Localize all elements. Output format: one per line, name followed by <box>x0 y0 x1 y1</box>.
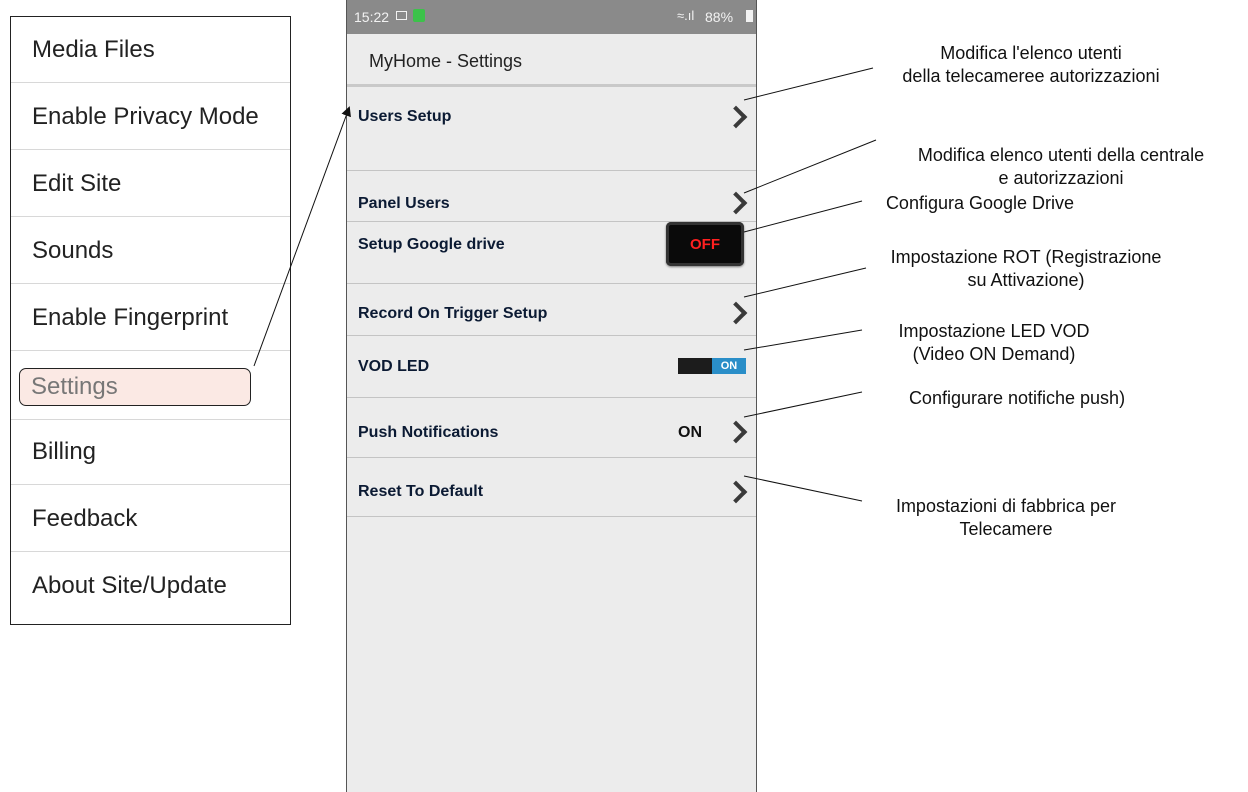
callout-push: Configurare notifiche push) <box>874 387 1160 410</box>
phone-screen: 15:22 ≈.ıl 88% MyHome - Settings Users S… <box>346 0 757 792</box>
callout-line-1: Impostazione ROT (Registrazione <box>890 247 1162 267</box>
callout-line-2: Telecamere <box>959 519 1053 539</box>
callout-line-users-setup <box>743 67 874 101</box>
menu-item-label: Billing <box>32 438 97 465</box>
record-on-trigger-row[interactable]: Record On Trigger Setup <box>347 284 756 336</box>
menu-item-enable-privacy-mode[interactable]: Enable Privacy Mode <box>11 84 290 150</box>
menu-item-label: Enable Fingerprint <box>32 303 229 331</box>
callout-line-2: e autorizzazioni <box>998 168 1124 188</box>
callout-line-2: (Video ON Demand) <box>912 344 1076 364</box>
menu-item-label: Media Files <box>32 35 155 63</box>
battery-percent: 88% <box>705 9 734 25</box>
menu-item-about-site-update[interactable]: About Site/Update <box>11 553 290 619</box>
callout-line-1: Configurare notifiche push) <box>908 388 1126 408</box>
callout-panel-users: Modifica elenco utenti della centrale e … <box>880 144 1242 190</box>
callout-line-panel-users <box>743 139 877 194</box>
chevron-right-icon <box>724 105 748 129</box>
vod-led-label: VOD LED <box>358 358 430 375</box>
users-setup-label: Users Setup <box>358 108 452 125</box>
image-icon <box>396 11 407 20</box>
menu-item-media-files[interactable]: Media Files <box>11 17 290 83</box>
callout-line-2: della telecameree autorizzazioni <box>902 66 1160 86</box>
push-notifications-value: ON <box>678 424 702 441</box>
callout-vod-led: Impostazione LED VOD (Video ON Demand) <box>866 320 1122 366</box>
side-menu: Media Files Enable Privacy Mode Edit Sit… <box>10 16 291 625</box>
callout-reset: Impostazioni di fabbrica per Telecamere <box>866 495 1146 541</box>
record-on-trigger-label: Record On Trigger Setup <box>358 305 548 322</box>
callout-users-setup: Modifica l'elenco utenti della telecamer… <box>866 42 1196 88</box>
panel-users-row[interactable]: Panel Users <box>347 171 756 222</box>
menu-item-label: Edit Site <box>32 169 122 197</box>
chevron-right-icon <box>724 480 748 504</box>
callout-line-1: Configura Google Drive <box>885 193 1075 213</box>
menu-item-label: About Site/Update <box>32 572 227 599</box>
panel-users-label: Panel Users <box>358 195 450 212</box>
chevron-right-icon <box>724 301 748 325</box>
battery-icon <box>746 10 753 22</box>
callout-line-1: Modifica elenco utenti della centrale <box>917 145 1205 165</box>
callout-line-1: Impostazione LED VOD <box>898 321 1090 341</box>
callout-line-record-trigger <box>743 267 867 298</box>
callout-line-vod-led <box>743 329 863 351</box>
menu-item-billing[interactable]: Billing <box>11 419 290 485</box>
menu-item-label: Sounds <box>32 236 114 264</box>
menu-item-feedback[interactable]: Feedback <box>11 486 290 552</box>
reset-default-label: Reset To Default <box>358 483 484 500</box>
push-notifications-label: Push Notifications <box>358 424 499 441</box>
status-time: 15:22 <box>354 9 390 25</box>
status-bar: 15:22 ≈.ıl 88% <box>347 0 756 34</box>
callout-google-drive: Configura Google Drive <box>868 192 1092 215</box>
menu-item-settings[interactable]: Settings <box>11 352 290 418</box>
app-notification-icon <box>413 9 425 22</box>
reset-default-row[interactable]: Reset To Default <box>347 458 756 517</box>
vod-led-toggle[interactable]: ON <box>678 358 746 374</box>
menu-item-edit-site[interactable]: Edit Site <box>11 151 290 217</box>
wifi-icon: ≈.ıl <box>677 8 695 23</box>
callout-line-reset <box>743 475 863 502</box>
app-bar: MyHome - Settings <box>347 34 756 87</box>
callout-line-1: Impostazioni di fabbrica per <box>895 496 1117 516</box>
page-title: MyHome - Settings <box>369 51 523 71</box>
vod-led-row: VOD LED ON <box>347 336 756 398</box>
menu-item-label: Enable Privacy Mode <box>32 102 259 130</box>
chevron-right-icon <box>724 191 748 215</box>
menu-item-label: Settings <box>31 373 118 400</box>
callout-line-push <box>743 391 863 418</box>
google-drive-toggle[interactable]: OFF <box>666 222 744 266</box>
chevron-right-icon <box>724 420 748 444</box>
selected-highlight: Settings <box>19 368 251 406</box>
push-notifications-row[interactable]: Push Notifications ON <box>347 398 756 458</box>
menu-item-enable-fingerprint[interactable]: Enable Fingerprint <box>11 285 290 351</box>
menu-item-sounds[interactable]: Sounds <box>11 218 290 284</box>
callout-record-trigger: Impostazione ROT (Registrazione su Attiv… <box>866 246 1186 292</box>
users-setup-row[interactable]: Users Setup <box>347 87 756 171</box>
vod-led-toggle-state: ON <box>712 358 746 374</box>
callout-line-2: su Attivazione) <box>967 270 1085 290</box>
menu-item-label: Feedback <box>32 504 138 532</box>
callout-line-google-drive <box>743 200 863 233</box>
google-drive-row: Setup Google drive OFF <box>347 222 756 284</box>
callout-line-1: Modifica l'elenco utenti <box>940 43 1122 63</box>
google-drive-label: Setup Google drive <box>358 236 505 253</box>
